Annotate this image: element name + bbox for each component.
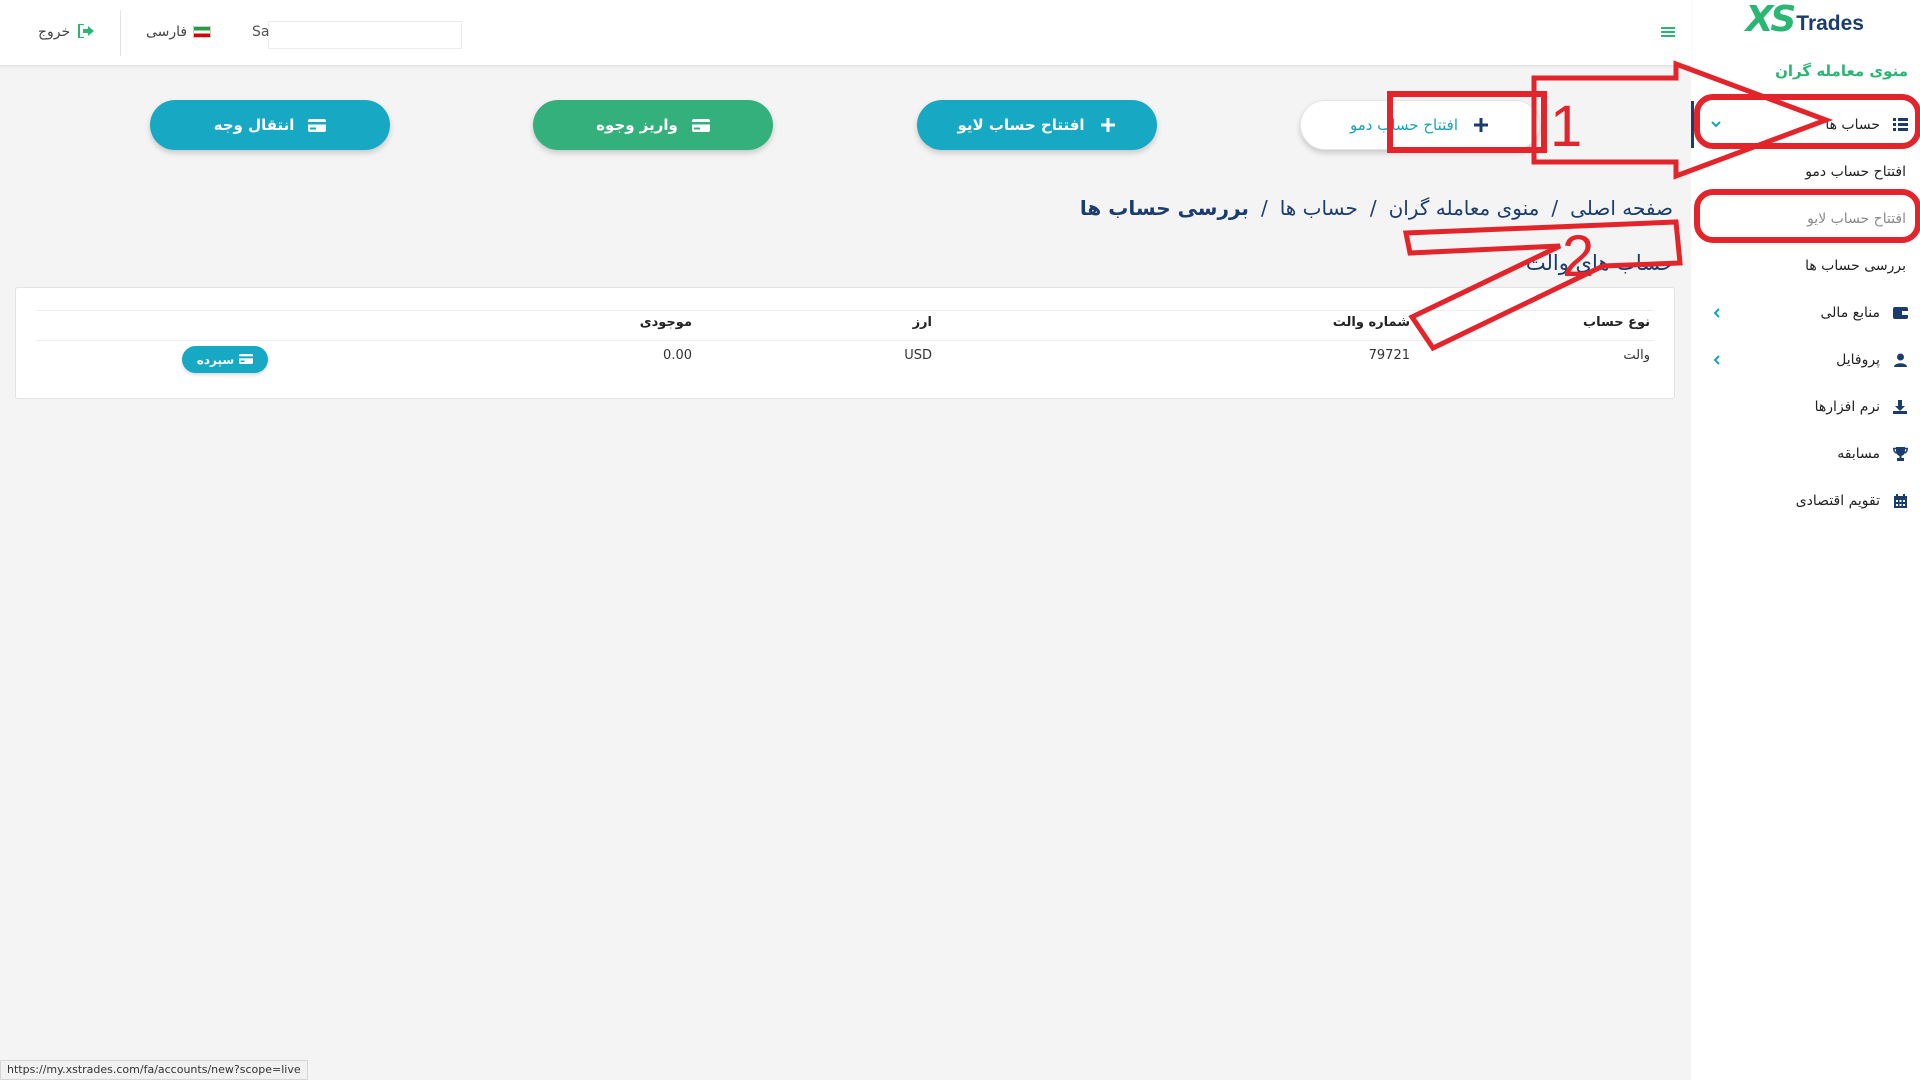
plus-icon [1099, 116, 1117, 134]
brand-logo-trades: Trades [1796, 12, 1864, 35]
sidebar-item-label: نرم افزارها [1814, 398, 1880, 415]
credit-card-icon [308, 116, 327, 134]
annotation-overlay [1387, 60, 1920, 352]
sidebar-item-funds[interactable]: منابع مالی [1691, 289, 1920, 336]
annotation-number-1: 1 [1550, 94, 1583, 159]
sidebar-menu-title: منوی معامله گران [1775, 62, 1908, 80]
column-header-currency: ارز [912, 315, 932, 330]
top-header: Sa فارسی خروج [0, 0, 1691, 66]
deposit-row-label: سپرده [196, 352, 235, 367]
list-icon [1892, 117, 1908, 133]
wallet-accounts-table: نوع حساب شماره والت ارز موجودی والت 7972… [15, 287, 1675, 399]
sidebar-nav: حساب ها افتتاح حساب دمو افتتاح حساب لایو… [1691, 101, 1920, 524]
breadcrumb-separator: / [1369, 196, 1377, 220]
deposit-funds-button[interactable]: واریز وجوه [533, 100, 773, 150]
transfer-funds-label: انتقال وجه [213, 116, 295, 134]
sidebar-item-label: تقویم اقتصادی [1795, 492, 1880, 509]
sidebar-subitem-review-accounts[interactable]: بررسی حساب ها [1691, 242, 1920, 289]
transfer-funds-button[interactable]: انتقال وجه [150, 100, 390, 150]
sidebar-item-accounts[interactable]: حساب ها [1691, 101, 1920, 148]
wallet-icon [1892, 305, 1908, 321]
open-live-account-label: افتتاح حساب لایو [957, 116, 1085, 134]
annotation-number-2: 2 [1562, 224, 1595, 289]
logout-button[interactable]: خروج [38, 24, 95, 40]
table-divider [36, 310, 1654, 311]
hamburger-menu-icon[interactable] [1661, 24, 1677, 40]
language-selector[interactable]: فارسی [146, 24, 212, 40]
sidebar-item-software[interactable]: نرم افزارها [1691, 383, 1920, 430]
plus-icon [1472, 116, 1490, 134]
deposit-row-button[interactable]: سپرده [182, 346, 268, 373]
download-icon [1892, 399, 1908, 415]
sidebar: XS Trades منوی معامله گران حساب ها افتتا… [1691, 0, 1920, 1080]
sidebar-subitem-open-demo[interactable]: افتتاح حساب دمو [1691, 148, 1920, 195]
sidebar-item-label: منابع مالی [1820, 304, 1881, 321]
sign-out-icon [78, 24, 95, 40]
user-icon [1892, 352, 1908, 368]
sidebar-subitem-open-live[interactable]: افتتاح حساب لایو [1691, 195, 1920, 242]
user-name-text: Sa [252, 24, 270, 40]
trophy-icon [1892, 446, 1908, 462]
section-title-wallet-accounts: حساب های والت [1525, 251, 1674, 275]
chevron-left-icon [1709, 353, 1723, 367]
breadcrumb-separator: / [1260, 196, 1268, 220]
brand-logo[interactable]: XS Trades [1746, 2, 1864, 38]
sidebar-item-label: مسابقه [1837, 445, 1880, 462]
cell-account-type: والت [1623, 348, 1650, 363]
open-live-account-button[interactable]: افتتاح حساب لایو [917, 100, 1157, 150]
breadcrumb: صفحه اصلی / منوی معامله گران / حساب ها /… [1080, 196, 1673, 220]
table-divider [36, 340, 1654, 341]
cell-wallet-number: 79721 [1368, 348, 1410, 363]
cell-currency: USD [904, 348, 932, 363]
breadcrumb-traders-menu[interactable]: منوی معامله گران [1389, 196, 1540, 220]
calendar-icon [1892, 493, 1908, 509]
cell-balance: 0.00 [663, 348, 692, 363]
open-demo-account-button[interactable]: افتتاح حساب دمو [1300, 100, 1540, 150]
column-header-account-type: نوع حساب [1583, 315, 1650, 330]
breadcrumb-home[interactable]: صفحه اصلی [1570, 196, 1673, 220]
sidebar-item-label: حساب ها [1825, 116, 1880, 133]
credit-card-icon [239, 353, 254, 366]
sidebar-item-profile[interactable]: پروفایل [1691, 336, 1920, 383]
sidebar-item-economic-calendar[interactable]: تقویم اقتصادی [1691, 477, 1920, 524]
sidebar-item-label: پروفایل [1836, 351, 1880, 368]
breadcrumb-accounts[interactable]: حساب ها [1280, 196, 1358, 220]
logout-label: خروج [38, 24, 71, 40]
deposit-funds-label: واریز وجوه [596, 116, 678, 134]
language-label: فارسی [146, 24, 188, 40]
chevron-down-icon [1709, 118, 1723, 132]
user-name-field[interactable] [268, 21, 462, 49]
column-header-wallet-number: شماره والت [1332, 315, 1410, 330]
status-bar-url: https://my.xstrades.com/fa/accounts/new?… [0, 1060, 308, 1080]
open-demo-account-label: افتتاح حساب دمو [1350, 116, 1458, 134]
sidebar-item-competition[interactable]: مسابقه [1691, 430, 1920, 477]
credit-card-icon [691, 116, 710, 134]
column-header-balance: موجودی [639, 315, 692, 330]
breadcrumb-separator: / [1551, 196, 1559, 220]
iran-flag-icon [193, 26, 212, 38]
chevron-left-icon [1709, 306, 1723, 320]
brand-logo-xs: XS [1745, 0, 1797, 40]
breadcrumb-current: بررسی حساب ها [1079, 196, 1249, 220]
header-divider [120, 10, 121, 56]
